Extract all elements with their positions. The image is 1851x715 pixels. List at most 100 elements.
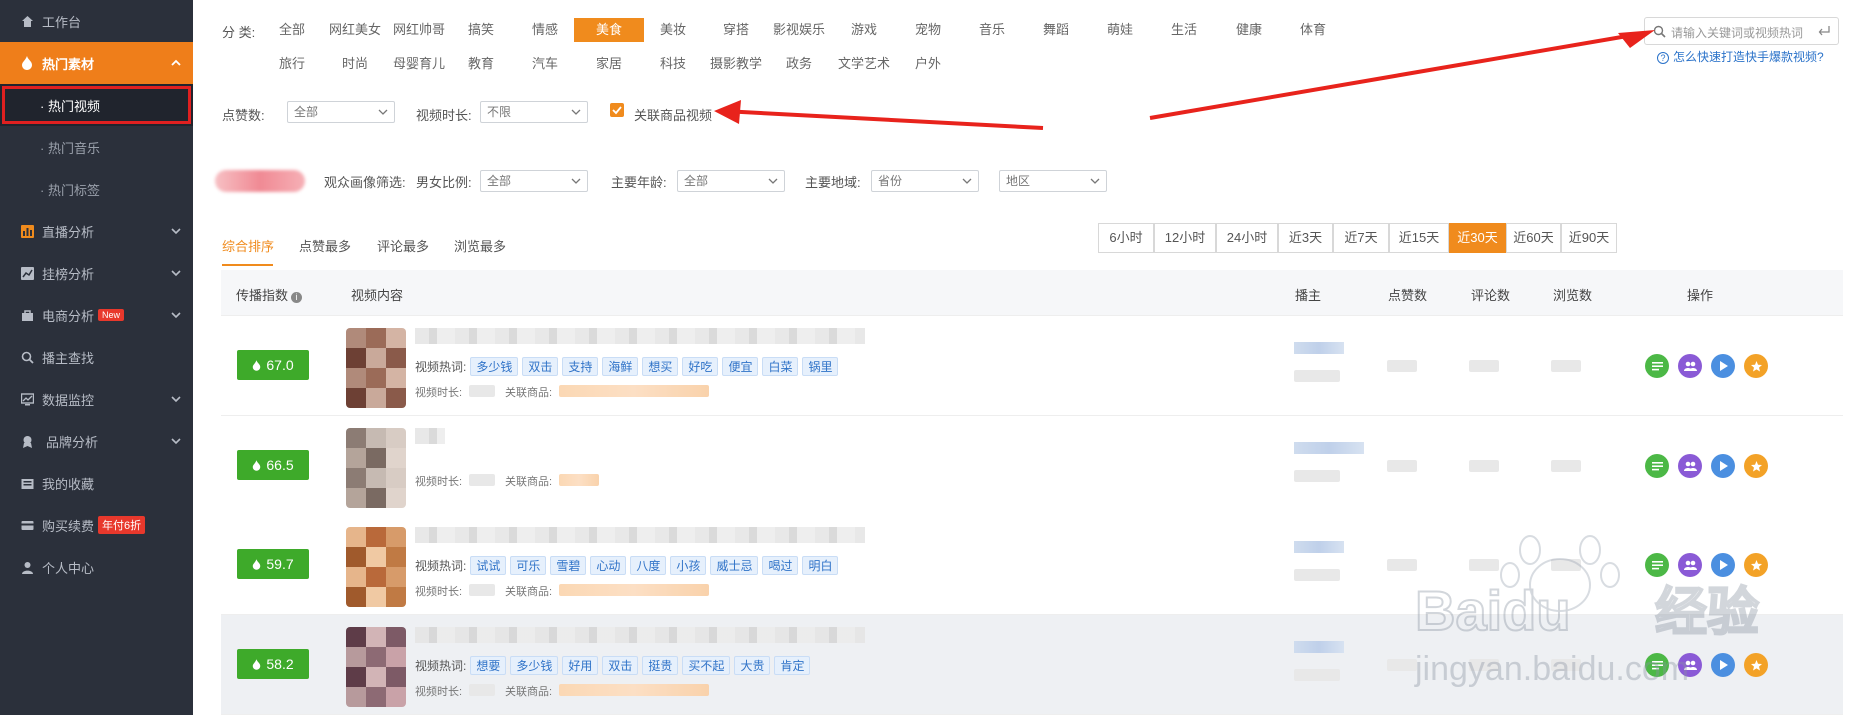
category-option[interactable]: 户外 (893, 52, 963, 76)
category-option[interactable]: 体育 (1278, 18, 1348, 42)
category-option[interactable]: 摄影教学 (701, 52, 771, 76)
hot-word-tag[interactable]: 喝过 (762, 556, 799, 575)
table-row[interactable]: 67.0 视频热词: 多少钱 双击 支持 海鲜 想买 好吃 便宜 白菜 锅里 视频时长: 关联商品: (221, 316, 1843, 416)
hot-word-tag[interactable]: 白菜 (762, 357, 799, 376)
hot-word-tag[interactable]: 双击 (522, 357, 559, 376)
time-range-button[interactable]: 近7天 (1333, 223, 1389, 253)
category-option[interactable]: 网红美女 (320, 18, 390, 42)
sidebar-subitem-hot-tags[interactable]: · 热门标签 (0, 168, 193, 210)
category-option[interactable]: 生活 (1149, 18, 1219, 42)
category-option[interactable]: 母婴育儿 (384, 52, 454, 76)
hot-word-tag[interactable]: 挺贵 (642, 656, 679, 675)
category-option[interactable]: 搞笑 (446, 18, 516, 42)
sidebar-item-brand-analysis[interactable]: 品牌分析 (0, 420, 193, 462)
category-option[interactable]: 美妆 (638, 18, 708, 42)
table-row[interactable]: 66.5 视频时长: 关联商品: (221, 416, 1843, 516)
sort-tab-overall[interactable]: 综合排序 (222, 236, 274, 255)
likes-select[interactable]: 全部 (287, 101, 395, 123)
related-goods-label[interactable]: 关联商品视频 (634, 105, 712, 124)
time-range-button[interactable]: 24小时 (1216, 223, 1278, 253)
related-goods-redacted[interactable] (559, 584, 709, 596)
sort-tab-views[interactable]: 浏览最多 (454, 236, 506, 255)
audience-icon[interactable] (1678, 354, 1702, 378)
category-option[interactable]: 家居 (574, 52, 644, 76)
hot-word-tag[interactable]: 双击 (602, 656, 639, 675)
play-icon[interactable] (1711, 454, 1735, 478)
hot-word-tag[interactable]: 想买 (642, 357, 679, 376)
info-icon[interactable]: i (291, 292, 303, 303)
category-option[interactable]: 汽车 (510, 52, 580, 76)
video-thumbnail[interactable] (346, 328, 406, 408)
category-option[interactable]: 科技 (638, 52, 708, 76)
hot-word-tag[interactable]: 支持 (562, 357, 599, 376)
hot-word-tag[interactable]: 可乐 (510, 556, 547, 575)
sidebar-item-purchase[interactable]: 购买续费 年付6折 (0, 504, 193, 546)
category-option[interactable]: 穿搭 (701, 18, 771, 42)
sidebar-item-favorites[interactable]: 我的收藏 (0, 462, 193, 504)
hot-word-tag[interactable]: 海鲜 (602, 357, 639, 376)
time-range-button[interactable]: 近90天 (1561, 223, 1617, 253)
category-option[interactable]: 政务 (764, 52, 834, 76)
hot-word-tag[interactable]: 好吃 (682, 357, 719, 376)
gender-select[interactable]: 全部 (480, 170, 588, 192)
sidebar-item-workbench[interactable]: 工作台 (0, 0, 193, 42)
sidebar-item-data-monitor[interactable]: 数据监控 (0, 378, 193, 420)
category-option[interactable]: 时尚 (320, 52, 390, 76)
time-range-button[interactable]: 近60天 (1506, 223, 1561, 253)
hot-word-tag[interactable]: 多少钱 (510, 656, 559, 675)
time-range-button[interactable]: 近30天 (1449, 223, 1506, 253)
sidebar-item-profile[interactable]: 个人中心 (0, 546, 193, 588)
hot-word-tag[interactable]: 雪碧 (550, 556, 587, 575)
category-option[interactable]: 游戏 (829, 18, 899, 42)
sidebar-item-rank-analysis[interactable]: 挂榜分析 (0, 252, 193, 294)
related-goods-checkbox[interactable] (610, 103, 624, 117)
sidebar-item-hot-material[interactable]: 热门素材 (0, 42, 193, 84)
detail-icon[interactable] (1645, 354, 1669, 378)
sidebar-item-live-analysis[interactable]: 直播分析 (0, 210, 193, 252)
host-name-redacted[interactable] (1294, 541, 1344, 553)
sidebar-subitem-hot-video[interactable]: · 热门视频 (0, 84, 193, 126)
category-option[interactable]: 萌娃 (1085, 18, 1155, 42)
sidebar-item-host-search[interactable]: 播主查找 (0, 336, 193, 378)
category-option[interactable]: 教育 (446, 52, 516, 76)
help-link[interactable]: ? 怎么快速打造快手爆款视频? (1657, 48, 1824, 65)
star-icon[interactable] (1744, 454, 1768, 478)
duration-select[interactable]: 不限 (480, 101, 588, 123)
age-select[interactable]: 全部 (677, 170, 785, 192)
hot-word-tag[interactable]: 八度 (630, 556, 667, 575)
category-option[interactable]: 宠物 (893, 18, 963, 42)
hot-word-tag[interactable]: 好用 (562, 656, 599, 675)
play-icon[interactable] (1711, 354, 1735, 378)
detail-icon[interactable] (1645, 454, 1669, 478)
hot-word-tag[interactable]: 便宜 (722, 357, 759, 376)
host-name-redacted[interactable] (1294, 641, 1344, 653)
hot-word-tag[interactable]: 买不起 (682, 656, 731, 675)
hot-word-tag[interactable]: 多少钱 (470, 357, 519, 376)
time-range-button[interactable]: 6小时 (1098, 223, 1154, 253)
time-range-button[interactable]: 近3天 (1278, 223, 1333, 253)
hot-word-tag[interactable]: 威士忌 (710, 556, 759, 575)
hot-word-tag[interactable]: 明白 (802, 556, 839, 575)
category-option[interactable]: 美食 (574, 18, 644, 42)
hot-word-tag[interactable]: 小孩 (670, 556, 707, 575)
related-goods-redacted[interactable] (559, 474, 599, 486)
related-goods-redacted[interactable] (559, 684, 709, 696)
host-name-redacted[interactable] (1294, 442, 1364, 454)
hot-word-tag[interactable]: 心动 (590, 556, 627, 575)
time-range-button[interactable]: 12小时 (1154, 223, 1216, 253)
category-option[interactable]: 文学艺术 (829, 52, 899, 76)
search-input[interactable]: 请输入关键词或视频热词 (1644, 17, 1839, 45)
area-select[interactable]: 地区 (999, 170, 1107, 192)
sidebar-item-ecommerce[interactable]: 电商分析 New (0, 294, 193, 336)
category-option[interactable]: 情感 (510, 18, 580, 42)
audience-icon[interactable] (1678, 454, 1702, 478)
category-option[interactable]: 舞蹈 (1021, 18, 1091, 42)
hot-word-tag[interactable]: 想要 (470, 656, 507, 675)
hot-word-tag[interactable]: 锅里 (802, 357, 839, 376)
category-option[interactable]: 全部 (257, 18, 327, 42)
category-option[interactable]: 网红帅哥 (384, 18, 454, 42)
category-option[interactable]: 健康 (1214, 18, 1284, 42)
video-thumbnail[interactable] (346, 428, 406, 508)
related-goods-redacted[interactable] (559, 385, 709, 397)
hot-word-tag[interactable]: 大贵 (734, 656, 771, 675)
